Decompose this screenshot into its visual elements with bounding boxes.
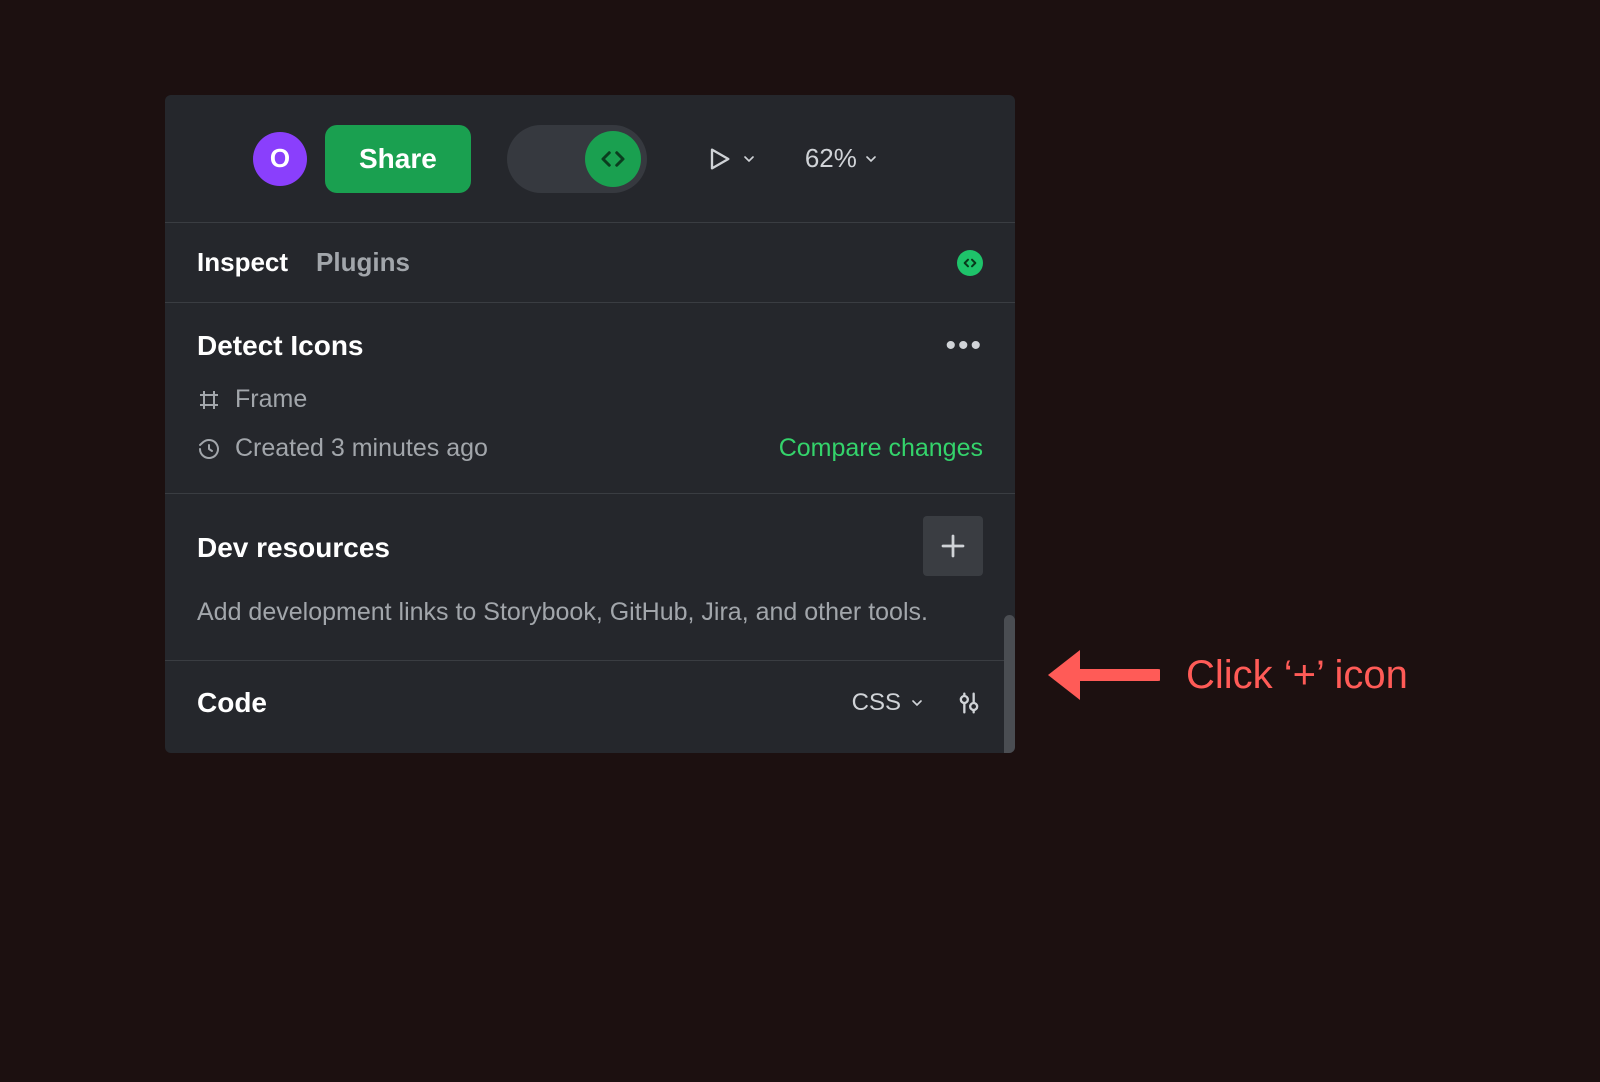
detect-icons-section: Detect Icons ••• Frame Created 3 minutes [165,303,1015,494]
plus-icon [938,531,968,561]
code-section: Code CSS [165,661,1015,753]
overflow-menu-button[interactable]: ••• [945,329,983,363]
code-language-select[interactable]: CSS [852,689,925,717]
dev-resources-section: Dev resources Add development links to S… [165,494,1015,661]
sliders-icon [955,689,983,717]
history-meta: Created 3 minutes ago [197,434,488,463]
arrow-left-icon [1040,640,1160,710]
scrollbar[interactable] [1004,615,1015,753]
code-language-label: CSS [852,689,901,717]
dev-resources-description: Add development links to Storybook, GitH… [197,594,977,630]
overflow-icon: ••• [945,329,983,362]
present-button[interactable] [705,145,757,173]
zoom-label: 62% [805,143,857,174]
chevron-down-icon [863,151,879,167]
callout: Click ‘+’ icon [1040,640,1408,710]
tab-plugins[interactable]: Plugins [316,247,410,278]
panel-tabs: Inspect Plugins [165,223,1015,303]
dev-mode-toggle[interactable] [507,125,647,193]
frame-meta: Frame [197,385,983,414]
compare-changes-link[interactable]: Compare changes [779,434,983,463]
dev-resources-title: Dev resources [197,532,390,564]
share-button[interactable]: Share [325,125,471,193]
top-bar: O Share 62% [165,95,1015,223]
chevron-down-icon [741,151,757,167]
frame-icon [197,388,221,412]
add-dev-resource-button[interactable] [923,516,983,576]
frame-label: Frame [235,385,307,414]
avatar[interactable]: O [253,132,307,186]
tab-inspect[interactable]: Inspect [197,247,288,278]
callout-text: Click ‘+’ icon [1186,653,1408,698]
code-icon [598,144,628,174]
code-settings-button[interactable] [955,689,983,717]
dev-mode-knob [585,131,641,187]
play-icon [705,145,733,173]
inspect-panel: O Share 62% [165,95,1015,753]
code-title: Code [197,687,852,719]
share-label: Share [359,143,437,174]
dev-mode-badge[interactable] [957,250,983,276]
created-label: Created 3 minutes ago [235,434,488,463]
avatar-initial: O [270,143,290,174]
code-icon [962,255,978,271]
chevron-down-icon [909,695,925,711]
zoom-control[interactable]: 62% [805,143,879,174]
detect-icons-title: Detect Icons [197,330,364,362]
history-icon [197,437,221,461]
